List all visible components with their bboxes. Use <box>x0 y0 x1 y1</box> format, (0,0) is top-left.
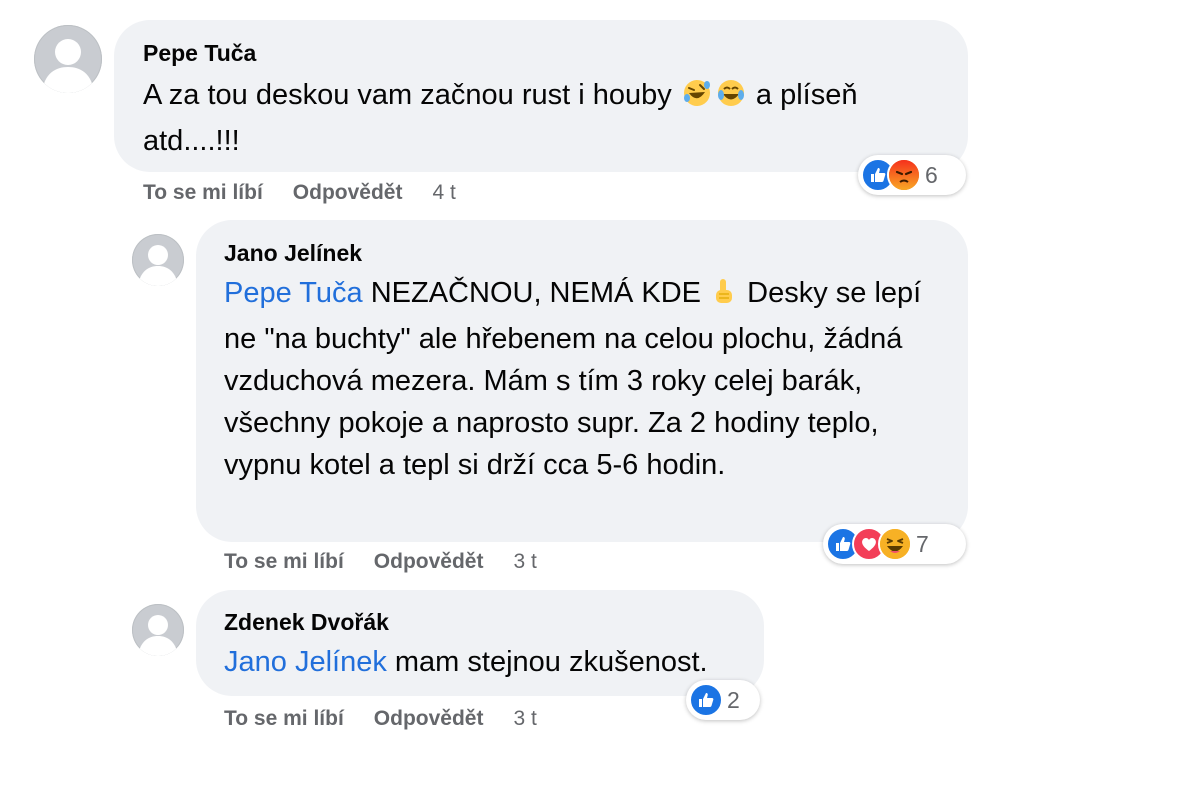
mention-link[interactable]: Jano Jelínek <box>224 646 387 678</box>
pointing-up-emoji-icon <box>711 276 737 318</box>
comment-text: Pepe Tuča NEZAČNOU, NEMÁ KDE Desky se le… <box>224 276 922 481</box>
timestamp[interactable]: 3 t <box>513 550 536 573</box>
reaction-summary[interactable]: 2 <box>686 680 760 720</box>
comment-author[interactable]: Pepe Tuča <box>143 40 256 67</box>
reaction-summary[interactable]: 7 <box>823 524 966 564</box>
comment-text: A za tou deskou vam začnou rust i houby … <box>143 74 943 162</box>
comment-author[interactable]: Jano Jelínek <box>224 240 362 267</box>
avatar[interactable] <box>132 234 184 286</box>
reply-link[interactable]: Odpovědět <box>374 707 484 730</box>
comment-actions: To se mi líbí Odpovědět 3 t <box>224 707 567 731</box>
like-link[interactable]: To se mi líbí <box>224 707 344 730</box>
like-link[interactable]: To se mi líbí <box>224 550 344 573</box>
mention-link[interactable]: Pepe Tuča <box>224 277 363 309</box>
angry-icon <box>887 158 921 192</box>
comment-actions: To se mi líbí Odpovědět 3 t <box>224 550 567 574</box>
comment-actions: To se mi líbí Odpovědět 4 t <box>143 181 486 205</box>
timestamp[interactable]: 3 t <box>513 707 536 730</box>
timestamp[interactable]: 4 t <box>432 181 455 204</box>
like-icon <box>689 683 723 717</box>
reaction-count: 2 <box>727 686 740 713</box>
haha-icon <box>878 527 912 561</box>
rolling-laugh-emoji-icon <box>682 78 712 120</box>
comment-text: Jano Jelínek mam stejnou zkušenost. <box>224 646 708 678</box>
reply-link[interactable]: Odpovědět <box>374 550 484 573</box>
tears-of-joy-emoji-icon <box>716 78 746 120</box>
like-link[interactable]: To se mi líbí <box>143 181 263 204</box>
avatar[interactable] <box>132 604 184 656</box>
reaction-summary[interactable]: 6 <box>858 155 966 195</box>
reply-link[interactable]: Odpovědět <box>293 181 403 204</box>
reaction-count: 7 <box>916 530 929 557</box>
comment-author[interactable]: Zdenek Dvořák <box>224 609 389 636</box>
reaction-count: 6 <box>925 161 938 188</box>
avatar[interactable] <box>34 25 102 93</box>
